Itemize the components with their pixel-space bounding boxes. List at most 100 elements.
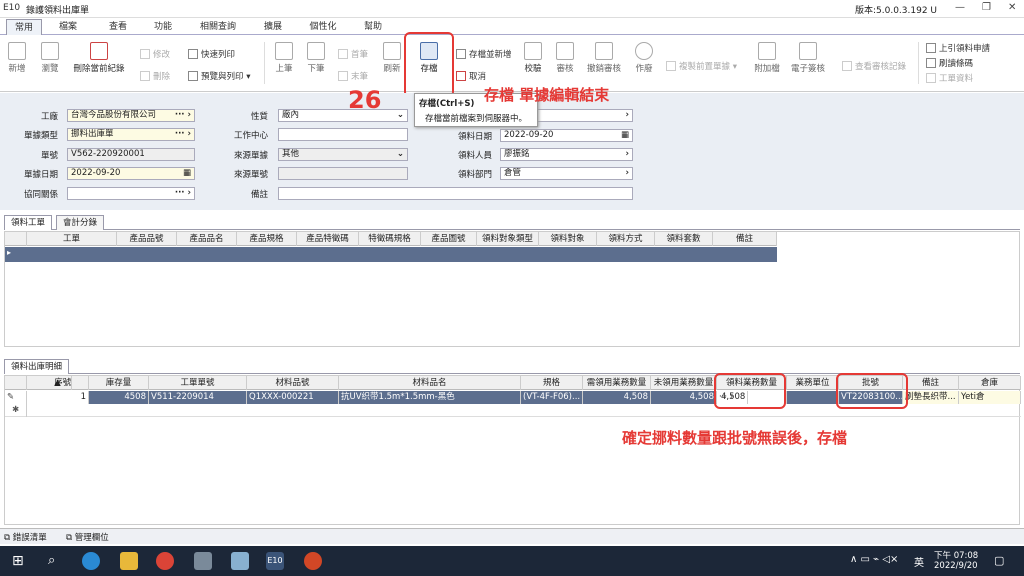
- assoc-field[interactable]: ··· ›: [67, 187, 195, 200]
- col-header[interactable]: 產品品名: [177, 232, 237, 246]
- audit-button[interactable]: 審核: [552, 42, 578, 74]
- source-no-field[interactable]: [278, 167, 408, 180]
- col-header[interactable]: 庫存量: [89, 376, 149, 390]
- delete-current-button[interactable]: 刪除當前紀錄: [68, 42, 130, 74]
- tab-pick-detail[interactable]: 領料出庫明細: [4, 359, 70, 374]
- col-header[interactable]: 特徵碼規格: [359, 232, 421, 246]
- pick-date-field[interactable]: 2022-09-20 ▦: [500, 129, 633, 142]
- cell-workorder[interactable]: V511-2209014: [149, 391, 247, 404]
- lookup-icon[interactable]: ··· ›: [175, 129, 191, 140]
- col-header[interactable]: 未領用業務數量: [651, 376, 717, 390]
- doc-no-field[interactable]: V562-220920001: [67, 148, 195, 161]
- check-button[interactable]: 校驗: [520, 42, 546, 74]
- refresh-barcode-button[interactable]: 刷讀條碼: [926, 57, 973, 69]
- upper-pick-request-button[interactable]: 上引領料申請: [926, 42, 990, 54]
- ime-indicator[interactable]: 英: [914, 554, 924, 569]
- source-type-select[interactable]: 其他 ⌄: [278, 148, 408, 161]
- dept-field[interactable]: 倉管 ›: [500, 167, 633, 180]
- cell-unit[interactable]: [787, 391, 839, 404]
- table-row[interactable]: ▸: [5, 247, 777, 262]
- col-header[interactable]: 產品圖號: [421, 232, 477, 246]
- tab-personalize[interactable]: 個性化: [300, 19, 346, 35]
- last-button[interactable]: 末筆: [338, 70, 368, 82]
- picker-field[interactable]: 廖振銘 ›: [500, 148, 633, 161]
- doc-type-field[interactable]: 挪料出庫單 ··· ›: [67, 128, 195, 141]
- col-header[interactable]: 需領用業務數量: [583, 376, 651, 390]
- refresh-button[interactable]: 刷新: [380, 42, 404, 74]
- clock-date[interactable]: 2022/9/20: [934, 561, 978, 571]
- clock-time[interactable]: 下午 07:08: [934, 549, 978, 561]
- col-header[interactable]: 產品規格: [237, 232, 297, 246]
- col-header[interactable]: 材料品號: [247, 376, 339, 390]
- e10-taskbar-icon[interactable]: E10: [266, 552, 284, 570]
- lookup-icon[interactable]: ›: [625, 168, 629, 179]
- col-header[interactable]: 領料套數: [655, 232, 713, 246]
- cell-stock[interactable]: 4508: [89, 391, 149, 404]
- work-center-field[interactable]: [278, 128, 408, 141]
- cell-remark[interactable]: 刷墊長织带...: [903, 391, 959, 404]
- lookup-icon[interactable]: ··· ›: [175, 110, 191, 121]
- cancel-button[interactable]: 取消: [456, 70, 486, 82]
- calculator-icon[interactable]: [194, 552, 212, 570]
- tab-pick-workorder[interactable]: 領料工單: [4, 215, 53, 230]
- cell-seq[interactable]: 1: [27, 391, 89, 404]
- nature-select[interactable]: 廠內 ⌄: [278, 109, 408, 122]
- close-icon[interactable]: ✕: [1008, 2, 1016, 13]
- col-header[interactable]: 序號 ▲: [27, 376, 89, 390]
- first-button[interactable]: 首筆: [338, 48, 368, 60]
- windows-start-icon[interactable]: ⊞: [12, 553, 24, 569]
- col-header[interactable]: 材料品名: [339, 376, 521, 390]
- view-audit-log-button[interactable]: 查看審核記錄: [842, 60, 906, 72]
- col-header[interactable]: 備註: [903, 376, 959, 390]
- doc-date-field[interactable]: 2022-09-20 ▦: [67, 167, 195, 180]
- factory-field[interactable]: 台灣今品股份有限公司 ··· ›: [67, 109, 195, 122]
- tray-icons[interactable]: ∧ ▭ ⌁ ◁×: [850, 554, 898, 565]
- error-list-tab[interactable]: ⧉ 錯誤清單: [4, 531, 47, 543]
- col-header[interactable]: 備註: [713, 232, 777, 246]
- cell-material-no[interactable]: Q1XXX-000221: [247, 391, 339, 404]
- esign-button[interactable]: 電子簽核: [788, 42, 828, 74]
- tab-help[interactable]: 幫助: [355, 19, 391, 35]
- tab-common[interactable]: 常用: [6, 19, 42, 35]
- lookup-icon[interactable]: ›: [625, 110, 629, 121]
- unaudit-button[interactable]: 撤銷審核: [584, 42, 624, 74]
- chrome-icon[interactable]: [156, 552, 174, 570]
- remark-field[interactable]: [278, 187, 633, 200]
- attach-button[interactable]: 附加檔: [750, 42, 784, 74]
- tab-view[interactable]: 查看: [100, 19, 136, 35]
- cell-spec[interactable]: (VT-4F-F06)...: [521, 391, 583, 404]
- calendar-icon[interactable]: ▦: [183, 168, 191, 179]
- col-header[interactable]: 工單單號: [149, 376, 247, 390]
- lookup-icon[interactable]: ··· ›: [175, 188, 191, 199]
- col-header[interactable]: 領料對象類型: [477, 232, 539, 246]
- cell-required-qty[interactable]: 4,508: [583, 391, 651, 404]
- lookup-icon[interactable]: ›: [625, 149, 629, 160]
- minimize-icon[interactable]: —: [955, 2, 965, 13]
- col-header[interactable]: 領料方式: [597, 232, 655, 246]
- tab-related-query[interactable]: 相關查詢: [195, 19, 241, 35]
- manage-fields-tab[interactable]: ⧉ 管理欄位: [66, 531, 109, 543]
- prev-button[interactable]: 上筆: [272, 42, 296, 74]
- col-header[interactable]: 倉庫: [959, 376, 1021, 390]
- maximize-icon[interactable]: ❐: [982, 2, 991, 13]
- col-header[interactable]: 產品特徵碼: [297, 232, 359, 246]
- cell-unpicked-qty[interactable]: 4,508: [651, 391, 717, 404]
- cell-warehouse[interactable]: Yeti倉: [959, 391, 1021, 404]
- save-new-button[interactable]: 存檔並新增: [456, 48, 512, 60]
- search-icon[interactable]: ⌕: [48, 553, 55, 568]
- edge-icon[interactable]: [82, 552, 100, 570]
- tab-accounting[interactable]: 會計分錄: [56, 215, 105, 230]
- tab-file[interactable]: 檔案: [50, 19, 86, 35]
- modify-button[interactable]: 修改: [140, 48, 170, 60]
- browse-button[interactable]: 瀏覽: [36, 42, 64, 74]
- quick-print-button[interactable]: 快速列印: [188, 48, 235, 60]
- save-button[interactable]: 存檔: [404, 32, 454, 98]
- cell-material-name[interactable]: 抗UV织带1.5m*1.5mm-黑色: [339, 391, 521, 404]
- col-header[interactable]: 產品品號: [117, 232, 177, 246]
- file-explorer-icon[interactable]: [120, 552, 138, 570]
- calendar-icon[interactable]: ▦: [621, 130, 629, 141]
- void-button[interactable]: 作廢: [630, 42, 658, 74]
- next-button[interactable]: 下筆: [304, 42, 328, 74]
- col-header[interactable]: 領料對象: [539, 232, 597, 246]
- app-icon[interactable]: [231, 552, 249, 570]
